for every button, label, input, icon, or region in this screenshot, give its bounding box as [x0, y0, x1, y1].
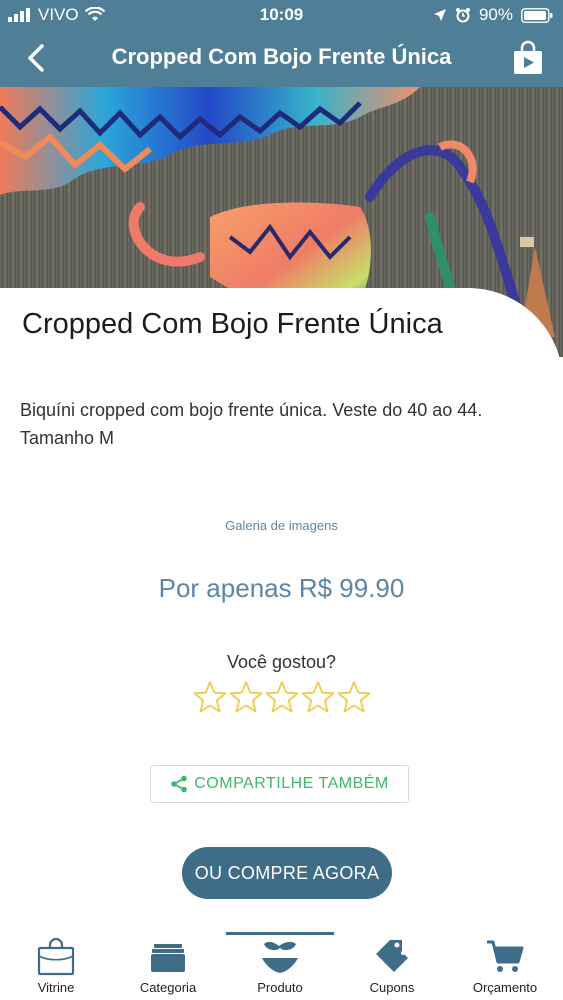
status-bar: VIVO 10:09 90%	[0, 0, 563, 30]
product-description: Biquíni cropped com bojo frente única. V…	[20, 400, 483, 448]
status-right: 90%	[433, 5, 553, 25]
rating-stars	[0, 680, 563, 714]
tab-label: Cupons	[369, 980, 415, 995]
bottom-tab-bar: Vitrine Categoria Produto Cupons Orçamen…	[0, 930, 563, 1000]
tab-cupons[interactable]: Cupons	[336, 930, 448, 1000]
buy-now-button[interactable]: OU COMPRE AGORA	[182, 847, 392, 899]
gallery-link[interactable]: Galeria de imagens	[0, 518, 563, 533]
tab-label: Orçamento	[472, 980, 538, 995]
active-tab-indicator	[226, 932, 334, 935]
navigation-bar: Cropped Com Bojo Frente Única	[0, 30, 563, 87]
rating-prompt: Você gostou?	[226, 652, 337, 672]
cart-icon	[487, 940, 524, 972]
folder-icon	[151, 944, 185, 972]
shopping-bag-icon	[514, 40, 542, 74]
tag-icon	[376, 940, 408, 972]
page-title: Cropped Com Bojo Frente Única	[111, 44, 452, 69]
tab-label: Vitrine	[37, 980, 75, 995]
share-label: COMPARTILHE TAMBÉM	[194, 775, 389, 792]
chevron-left-icon	[28, 44, 44, 72]
shopping-bag-icon	[37, 937, 75, 976]
product-price: Por apenas R$ 99.90	[158, 573, 405, 603]
star-icon[interactable]	[337, 680, 371, 714]
product-title: Cropped Com Bojo Frente Única	[22, 308, 443, 340]
back-button[interactable]	[18, 40, 54, 76]
bikini-icon	[262, 941, 298, 973]
share-button[interactable]: COMPARTILHE TAMBÉM	[150, 765, 409, 803]
battery-percent: 90%	[478, 5, 513, 24]
alarm-icon	[455, 8, 470, 23]
shopping-bag-button[interactable]	[511, 40, 545, 76]
tab-categoria[interactable]: Categoria	[112, 930, 224, 1000]
star-icon[interactable]	[193, 680, 227, 714]
location-icon	[433, 9, 446, 21]
tab-produto[interactable]: Produto	[224, 930, 336, 1000]
star-icon[interactable]	[229, 680, 263, 714]
share-icon	[171, 775, 188, 793]
star-icon[interactable]	[265, 680, 299, 714]
product-card	[0, 288, 563, 928]
star-icon[interactable]	[301, 680, 335, 714]
tab-label: Produto	[257, 980, 303, 995]
tab-label: Categoria	[139, 980, 197, 995]
tab-orcamento[interactable]: Orçamento	[449, 930, 561, 1000]
tab-vitrine[interactable]: Vitrine	[0, 930, 112, 1000]
battery-icon	[521, 7, 553, 23]
